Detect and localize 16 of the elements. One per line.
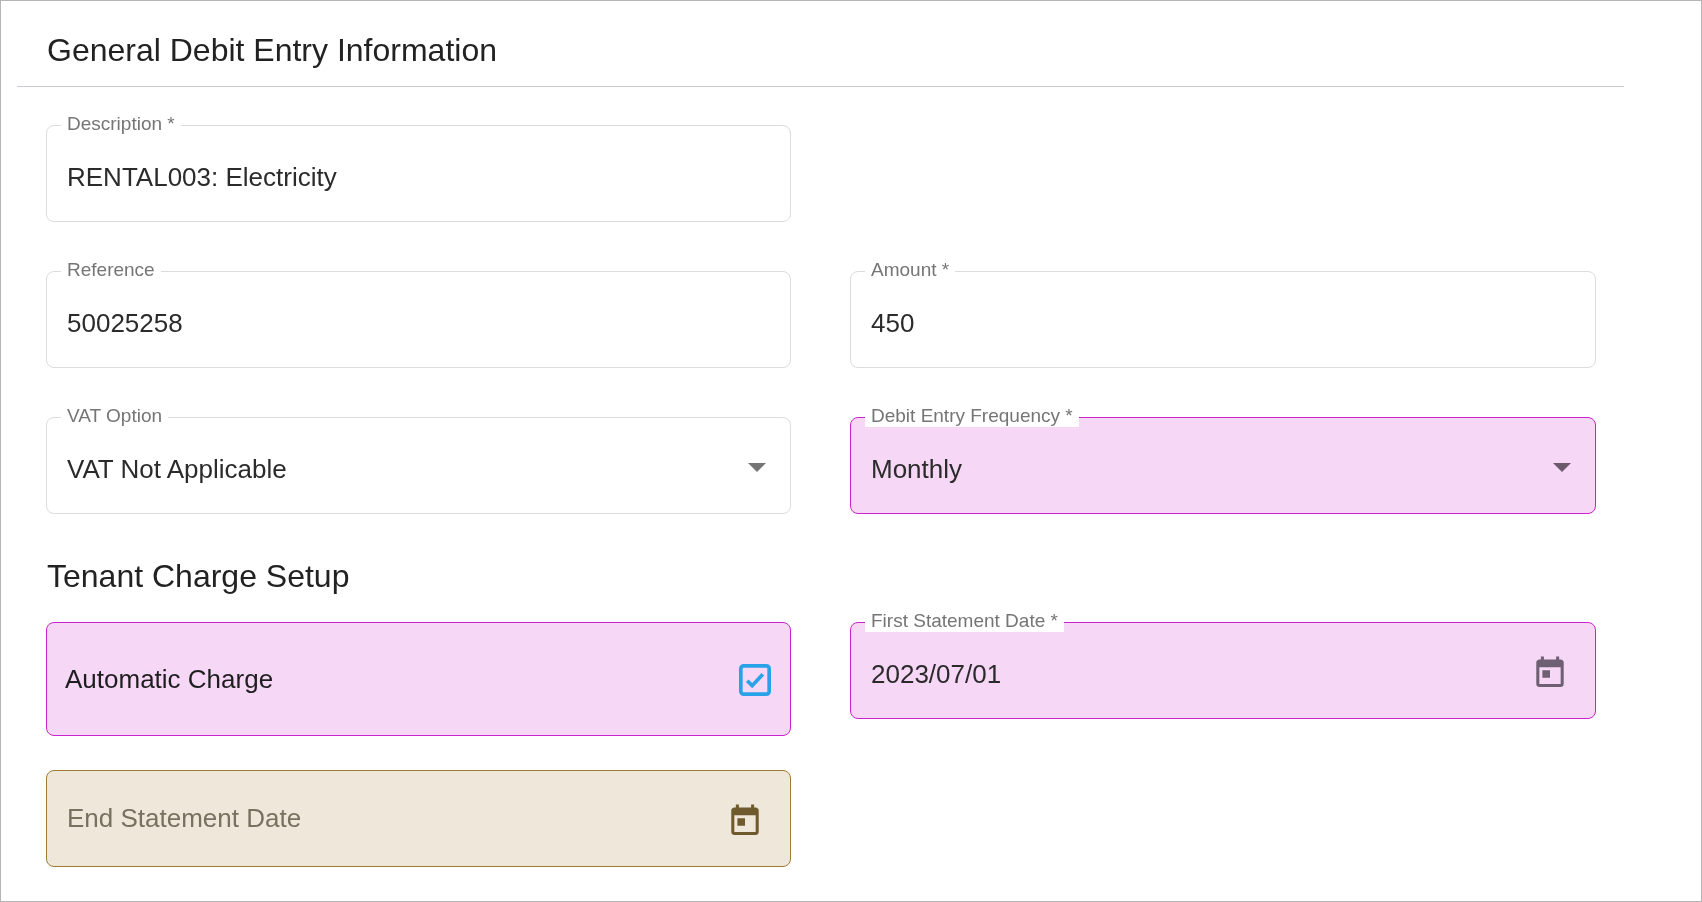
field-placeholder: End Statement Date [67,803,302,834]
calendar-icon[interactable] [731,803,759,835]
field-value: 450 [871,308,915,339]
dropdown-caret-icon[interactable] [1553,463,1571,472]
checked-checkbox-icon[interactable] [738,663,772,697]
field-value: Monthly [871,454,963,485]
checkbox-label: Automatic Charge [65,663,274,695]
field-value: VAT Not Applicable [67,454,287,485]
dropdown-caret-icon[interactable] [748,463,766,472]
section-title: General Debit Entry Information [47,32,498,68]
section-subtitle: Tenant Charge Setup [47,558,351,594]
field-value: 2023/07/01 [871,659,1002,690]
checkbox-field[interactable]: Automatic Charge [46,622,791,736]
field-value: 50025258 [67,308,183,339]
field-value: RENTAL003: Electricity [67,162,337,193]
calendar-icon[interactable] [1536,655,1564,687]
